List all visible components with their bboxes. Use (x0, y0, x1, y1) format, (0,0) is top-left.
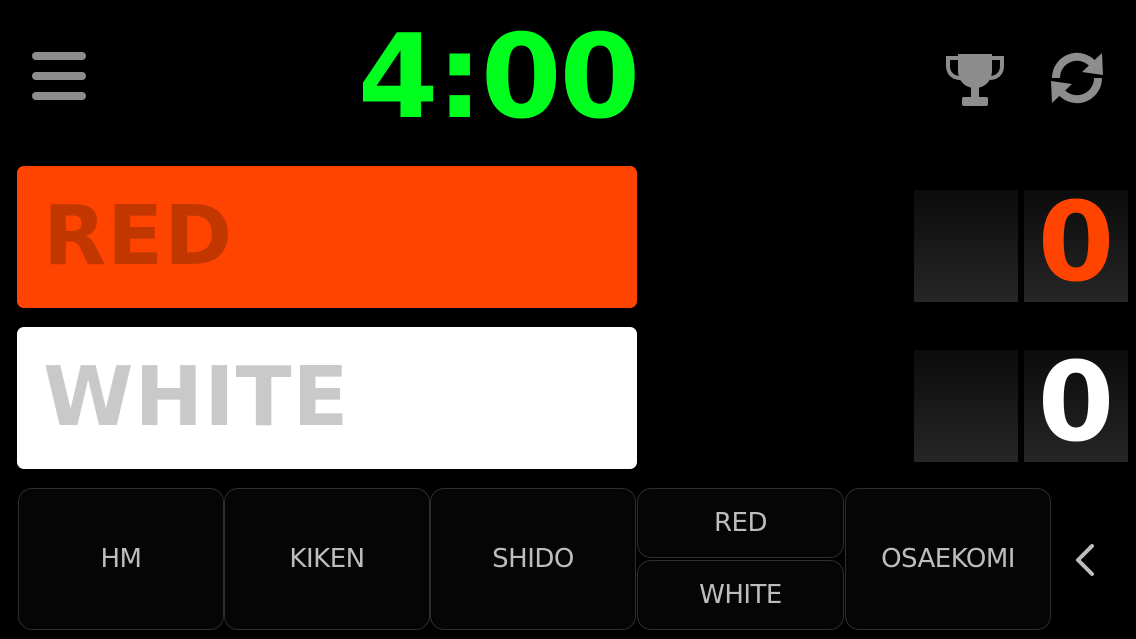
white-select-button[interactable]: WHITE (637, 560, 844, 630)
chevron-left-icon (1076, 544, 1094, 576)
kiken-button[interactable]: KIKEN (224, 488, 430, 630)
white-player-bar[interactable]: WHITE (17, 327, 637, 469)
red-player-bar[interactable]: RED (17, 166, 637, 308)
white-player-name: WHITE (43, 350, 350, 445)
refresh-icon (1051, 52, 1103, 104)
red-select-button[interactable]: RED (637, 488, 844, 558)
menu-button[interactable] (32, 52, 86, 100)
osaekomi-button[interactable]: OSAEKOMI (845, 488, 1051, 630)
white-score-tile-left[interactable] (914, 350, 1018, 462)
red-player-name: RED (43, 189, 234, 284)
white-score-tile-right[interactable]: 0 (1024, 346, 1128, 462)
red-score: 0 (1037, 178, 1115, 306)
reset-button[interactable] (1046, 48, 1108, 108)
trophy-icon (946, 54, 1004, 106)
red-score-tile-right[interactable]: 0 (1024, 186, 1128, 302)
match-timer[interactable]: 4:00 (348, 8, 648, 148)
white-score: 0 (1037, 338, 1115, 466)
shido-button[interactable]: SHIDO (430, 488, 636, 630)
hm-button[interactable]: HM (18, 488, 224, 630)
trophy-button[interactable] (944, 52, 1006, 108)
more-button[interactable] (1070, 536, 1100, 584)
red-score-tile-left[interactable] (914, 190, 1018, 302)
